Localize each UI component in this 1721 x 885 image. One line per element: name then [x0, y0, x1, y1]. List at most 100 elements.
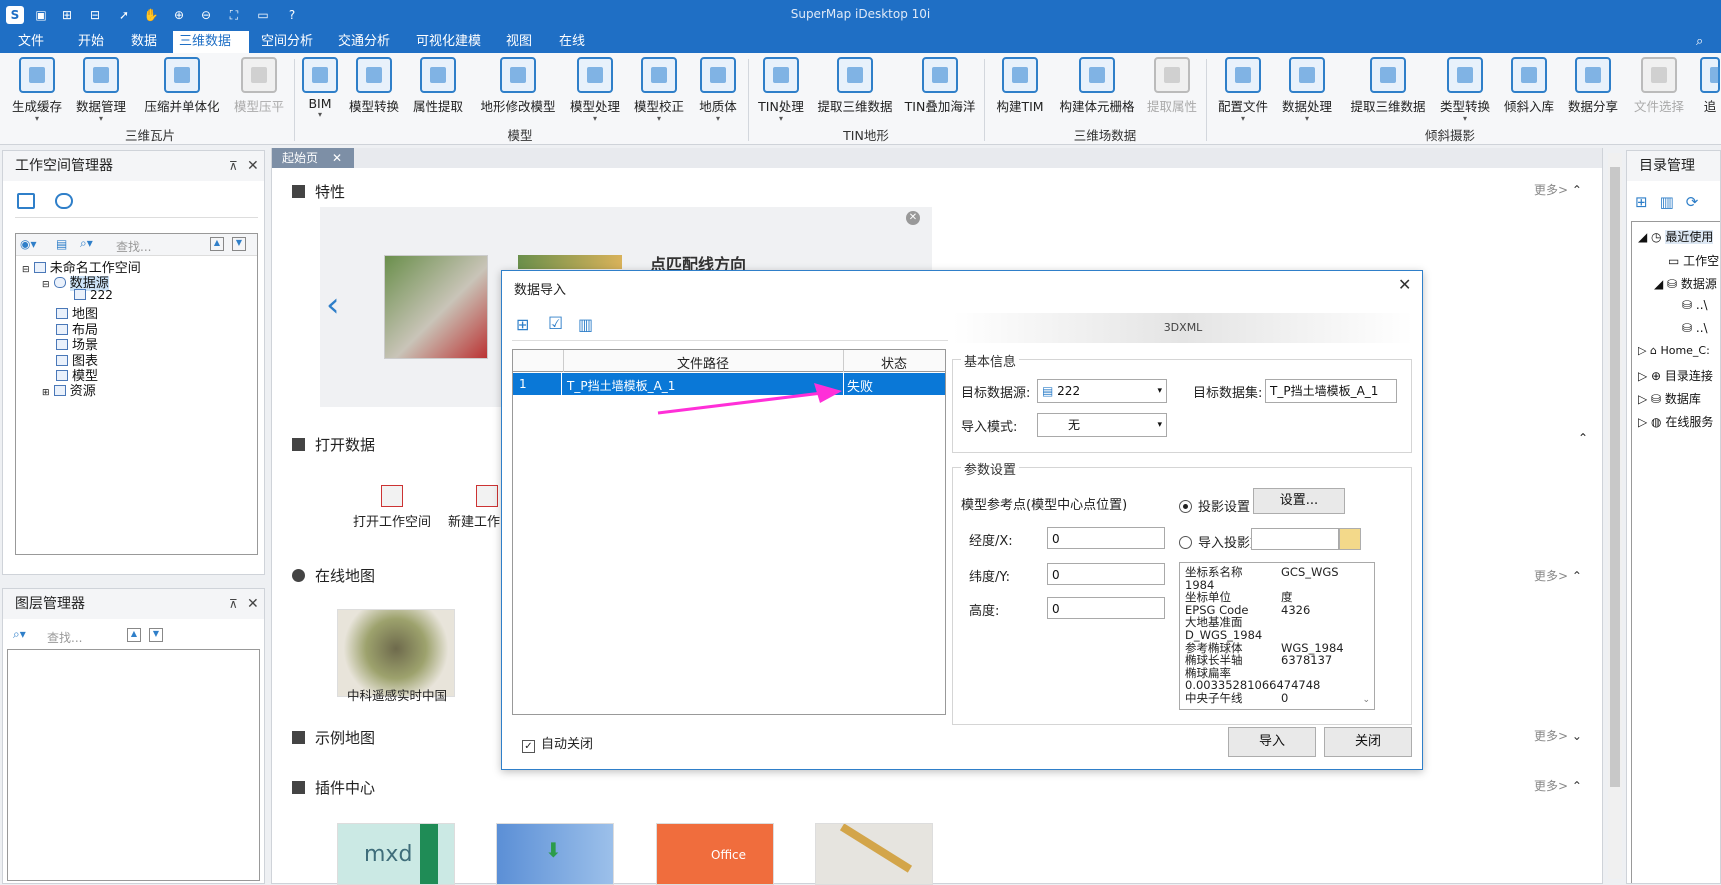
online-map-tile[interactable] — [337, 609, 455, 697]
close-icon[interactable]: ✕ — [332, 151, 342, 165]
tin-overlay-ocean-button[interactable]: TIN叠加海洋 — [902, 57, 978, 115]
plugin-more-link[interactable]: 更多> ⌃ — [1534, 777, 1582, 794]
longitude-input[interactable]: 0 — [1047, 527, 1165, 549]
pin-icon[interactable]: ⊼ — [229, 597, 238, 611]
pin-icon[interactable]: ⊼ — [229, 159, 238, 173]
data-share-button[interactable]: 数据分享 — [1564, 57, 1622, 115]
target-dataset-input[interactable]: T_P挡土墙模板_A_1 — [1265, 379, 1397, 403]
next-match-icon[interactable]: ▼ — [232, 237, 246, 251]
import-mode-select[interactable]: 无 ▾ — [1037, 413, 1167, 437]
config-file-button[interactable]: 配置文件 ▾ — [1214, 57, 1272, 123]
menu-file[interactable]: 文件 — [12, 31, 50, 53]
tin-processing-button[interactable]: TIN处理 ▾ — [756, 57, 806, 123]
delete-icon[interactable]: ▥ — [1660, 193, 1686, 211]
layer-search-input[interactable]: 查找... — [47, 629, 82, 646]
tab-start-page[interactable]: 起始页 ✕ — [272, 148, 354, 168]
menu-spatial-analysis[interactable]: 空间分析 — [255, 31, 319, 53]
feature-thumbnail-2[interactable] — [518, 255, 622, 269]
close-icon[interactable]: ✕ — [247, 596, 259, 612]
next-match-icon[interactable]: ▼ — [149, 628, 163, 642]
close-icon[interactable]: ✕ — [247, 158, 259, 174]
chevron-down-icon[interactable]: ⌄ — [1362, 694, 1370, 707]
plugin-tile-4[interactable] — [815, 823, 933, 885]
new-workspace-button[interactable]: 新建工作 — [448, 485, 502, 530]
catalog-datasource[interactable]: ◢ ⛁ 数据源 — [1654, 275, 1717, 292]
catalog-database[interactable]: ▷ ⛁ 数据库 — [1638, 390, 1701, 407]
search-icon[interactable]: ⌕ — [1696, 34, 1703, 49]
new-folder-icon[interactable]: ⊞ — [1635, 193, 1660, 211]
oblique-import-button[interactable]: 倾斜入库 — [1500, 57, 1558, 115]
menu-visual-modeling[interactable]: 可视化建模 — [410, 31, 487, 53]
feature-more-link[interactable]: 更多> ⌃ — [1534, 181, 1582, 198]
search-icon[interactable]: ⌕▾ — [80, 236, 93, 251]
prev-match-icon[interactable]: ▲ — [210, 237, 224, 251]
target-datasource-select[interactable]: ▤ 222 ▾ — [1037, 379, 1167, 403]
menu-online[interactable]: 在线 — [553, 31, 591, 53]
model-flatten-button[interactable]: 模型压平 — [230, 57, 288, 115]
import-button[interactable]: 导入 — [1228, 727, 1316, 757]
catalog-workspace[interactable]: ▭ 工作空 — [1668, 252, 1719, 269]
build-voxel-grid-button[interactable]: 构建体元栅格 — [1054, 57, 1140, 115]
close-icon[interactable]: ✕ — [906, 211, 920, 225]
catalog-home[interactable]: ▷ ⌂ Home_C: — [1638, 344, 1710, 357]
select-all-icon[interactable]: ☑ — [548, 314, 563, 334]
model-correction-button[interactable]: 模型校正 ▾ — [630, 57, 688, 123]
carousel-prev-icon[interactable]: ‹ — [326, 285, 340, 325]
add-file-icon[interactable]: ⊞ — [516, 315, 529, 334]
auto-close-checkbox[interactable]: ✓ 自动关闭 — [522, 733, 593, 753]
build-tim-button[interactable]: 构建TIM — [992, 57, 1048, 115]
attribute-extract-button[interactable]: 属性提取 — [410, 57, 466, 115]
close-button[interactable]: 关闭 — [1324, 727, 1412, 757]
column-file-path[interactable]: 文件路径 — [563, 353, 843, 372]
terrain-modify-model-button[interactable]: 地形修改模型 — [476, 57, 560, 115]
column-status[interactable]: 状态 — [843, 353, 945, 372]
settings-button[interactable]: 设置... — [1253, 488, 1345, 514]
vertical-scrollbar[interactable] — [1608, 153, 1622, 879]
geologic-body-button[interactable]: 地质体 ▾ — [696, 57, 740, 123]
file-select-button[interactable]: 文件选择 — [1630, 57, 1688, 115]
close-icon[interactable]: ✕ — [1398, 275, 1411, 294]
catalog-link[interactable]: ▷ ⊕ 目录连接 — [1638, 367, 1713, 384]
datasource-tab-icon[interactable] — [55, 193, 73, 209]
height-input[interactable]: 0 — [1047, 597, 1165, 619]
collapse-icon[interactable]: ⌃ — [1578, 431, 1588, 445]
model-processing-button[interactable]: 模型处理 ▾ — [566, 57, 624, 123]
search-icon[interactable]: ⌕▾ — [13, 627, 26, 642]
type-convert-button[interactable]: 类型转换 ▾ — [1436, 57, 1494, 123]
catalog-recent[interactable]: ◢ ◷ 最近使用 — [1638, 228, 1714, 245]
catalog-path-1[interactable]: ⛁ ..\ — [1682, 298, 1708, 312]
catalog-online[interactable]: ▷ ◍ 在线服务 — [1638, 413, 1713, 430]
browse-folder-icon[interactable] — [1339, 528, 1361, 550]
generate-cache-button[interactable]: 生成缓存 ▾ — [8, 57, 66, 123]
feature-thumbnail-1[interactable] — [384, 255, 488, 359]
delete-icon[interactable]: ▥ — [578, 315, 593, 334]
tree-datasource-222[interactable]: 222 — [74, 288, 113, 302]
extract-3d-data-button[interactable]: 提取三维数据 — [812, 57, 898, 115]
latitude-input[interactable]: 0 — [1047, 563, 1165, 585]
data-management-button[interactable]: 数据管理 ▾ — [72, 57, 130, 123]
tree-resource[interactable]: ⊞ 资源 — [42, 380, 96, 399]
menu-start[interactable]: 开始 — [72, 31, 110, 53]
extract-3d-data-oblique-button[interactable]: 提取三维数据 — [1346, 57, 1430, 115]
menu-view[interactable]: 视图 — [500, 31, 538, 53]
bim-button[interactable]: BIM ▾ — [302, 57, 338, 119]
view-toggle-icon[interactable]: ◉▾ — [20, 237, 37, 251]
plugin-tile-office[interactable]: Office — [656, 823, 774, 885]
catalog-path-2[interactable]: ⛁ ..\ — [1682, 321, 1708, 335]
data-processing-button[interactable]: 数据处理 ▾ — [1278, 57, 1336, 123]
menu-3d-data[interactable]: 三维数据 — [173, 31, 249, 53]
extract-attribute-button[interactable]: 提取属性 — [1144, 57, 1200, 115]
projection-setting-radio[interactable]: 投影设置 — [1179, 496, 1250, 515]
compress-button[interactable]: 压缩并单体化 — [138, 57, 226, 115]
properties-icon[interactable]: ▤ — [56, 237, 67, 251]
workspace-tab-icon[interactable] — [17, 193, 35, 209]
open-workspace-button[interactable]: 打开工作空间 — [342, 485, 442, 530]
scrollbar-thumb[interactable] — [1610, 167, 1620, 787]
plugin-tile-mxd[interactable]: mxd — [337, 823, 455, 885]
menu-traffic-analysis[interactable]: 交通分析 — [332, 31, 396, 53]
tree-search-input[interactable]: 查找... — [116, 238, 151, 255]
menu-data[interactable]: 数据 — [125, 31, 163, 53]
more-ribbon-button[interactable]: 追 — [1700, 57, 1720, 115]
plugin-tile-2[interactable]: ⬇ — [496, 823, 614, 885]
projection-file-input[interactable] — [1251, 528, 1339, 550]
